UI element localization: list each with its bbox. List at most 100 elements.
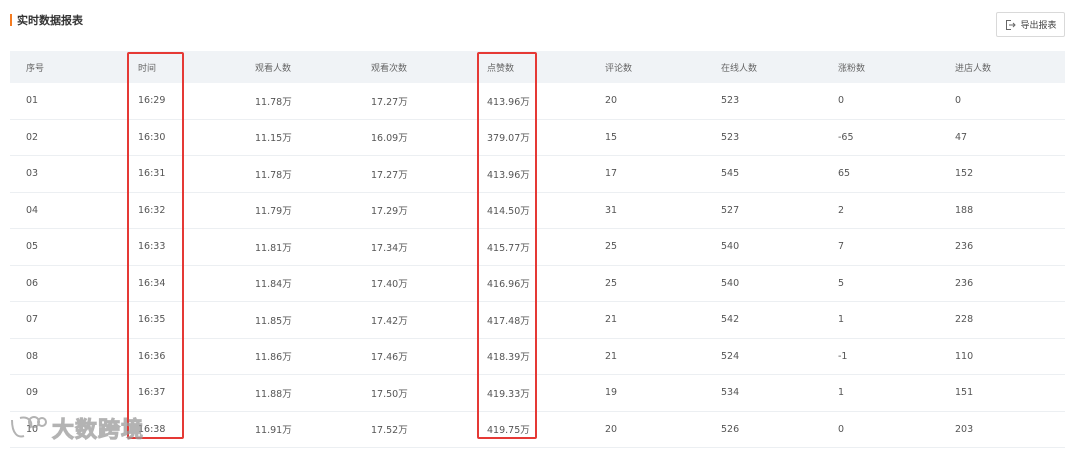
column-header-views: 观看次数 xyxy=(371,63,408,74)
cell-online: 524 xyxy=(721,350,740,362)
cell-online: 542 xyxy=(721,314,740,326)
table-row: 03 16:31 11.78万 17.27万 413.96万 17 545 65 152 xyxy=(10,156,1065,193)
cell-comments: 31 xyxy=(605,204,618,216)
cell-store-visitors: 236 xyxy=(955,241,974,253)
cell-likes: 379.07万 xyxy=(487,133,530,145)
cell-viewers: 11.86万 xyxy=(255,352,292,364)
cell-comments: 21 xyxy=(605,314,618,326)
table-header: 序号 时间 观看人数 观看次数 点赞数 评论数 在线人数 涨粉数 进店人数 xyxy=(10,51,1065,83)
column-header-likes: 点赞数 xyxy=(487,63,515,74)
realtime-data-table: 序号 时间 观看人数 观看次数 点赞数 评论数 在线人数 涨粉数 进店人数 01 16:29 11.… xyxy=(10,51,1065,448)
report-title-text: 实时数据报表 xyxy=(17,14,83,27)
cell-viewers: 11.81万 xyxy=(255,242,292,254)
cell-store-visitors: 228 xyxy=(955,314,974,326)
cell-comments: 25 xyxy=(605,277,618,289)
table-row: 07 16:35 11.85万 17.42万 417.48万 21 542 1 228 xyxy=(10,302,1065,339)
cell-likes: 419.75万 xyxy=(487,425,530,437)
cell-likes: 413.96万 xyxy=(487,96,530,108)
cell-viewers: 11.79万 xyxy=(255,206,292,218)
cell-comments: 15 xyxy=(605,131,618,143)
cell-likes: 418.39万 xyxy=(487,352,530,364)
cell-time: 16:29 xyxy=(138,95,166,107)
cell-new-fans: 65 xyxy=(838,168,851,180)
column-header-store-visitors: 进店人数 xyxy=(955,63,992,74)
cell-index: 01 xyxy=(26,95,39,107)
cell-time: 16:35 xyxy=(138,314,166,326)
cell-comments: 20 xyxy=(605,95,618,107)
cell-store-visitors: 0 xyxy=(955,95,962,107)
cell-likes: 415.77万 xyxy=(487,242,530,254)
cell-index: 07 xyxy=(26,314,39,326)
cell-comments: 19 xyxy=(605,387,618,399)
cell-likes: 416.96万 xyxy=(487,279,530,291)
cell-index: 08 xyxy=(26,350,39,362)
table-row: 06 16:34 11.84万 17.40万 416.96万 25 540 5 236 xyxy=(10,266,1065,302)
cell-viewers: 11.91万 xyxy=(255,425,292,437)
cell-views: 17.27万 xyxy=(371,96,408,108)
cell-index: 04 xyxy=(26,204,39,216)
cell-views: 17.52万 xyxy=(371,425,408,437)
table-body: 01 16:29 11.78万 17.27万 413.96万 20 523 0 0 02 16:30… xyxy=(10,83,1065,448)
cell-online: 540 xyxy=(721,241,740,253)
cell-time: 16:30 xyxy=(138,131,166,143)
cell-online: 526 xyxy=(721,423,740,435)
cell-new-fans: -1 xyxy=(838,350,848,362)
cell-likes: 413.96万 xyxy=(487,169,530,181)
cell-online: 545 xyxy=(721,168,740,180)
report-page: 实时数据报表 导出报表 序号 时间 观看人数 观看次数 点赞数 评论数 在线人数 涨粉数 进店人… xyxy=(0,0,1080,449)
table-row: 04 16:32 11.79万 17.29万 414.50万 31 527 2 188 xyxy=(10,193,1065,229)
cell-views: 17.34万 xyxy=(371,242,408,254)
cell-index: 03 xyxy=(26,168,39,180)
cell-store-visitors: 203 xyxy=(955,423,974,435)
cell-comments: 21 xyxy=(605,350,618,362)
cell-viewers: 11.85万 xyxy=(255,315,292,327)
cell-index: 09 xyxy=(26,387,39,399)
column-header-index: 序号 xyxy=(26,63,45,74)
cell-new-fans: 7 xyxy=(838,241,845,253)
cell-comments: 25 xyxy=(605,241,618,253)
column-header-online: 在线人数 xyxy=(721,63,758,74)
table-row: 01 16:29 11.78万 17.27万 413.96万 20 523 0 0 xyxy=(10,83,1065,120)
cell-store-visitors: 47 xyxy=(955,131,968,143)
cell-store-visitors: 152 xyxy=(955,168,974,180)
cell-viewers: 11.78万 xyxy=(255,169,292,181)
column-header-comments: 评论数 xyxy=(605,63,633,74)
cell-views: 17.40万 xyxy=(371,279,408,291)
cell-new-fans: 0 xyxy=(838,423,845,435)
cell-index: 02 xyxy=(26,131,39,143)
cell-comments: 17 xyxy=(605,168,618,180)
table-row: 09 16:37 11.88万 17.50万 419.33万 19 534 1 151 xyxy=(10,375,1065,412)
cell-time: 16:36 xyxy=(138,350,166,362)
cell-index: 06 xyxy=(26,277,39,289)
watermark-text: 大数跨境 xyxy=(51,418,145,444)
table-row: 10 16:38 11.91万 17.52万 419.75万 20 526 0 203 xyxy=(10,412,1065,448)
cell-viewers: 11.78万 xyxy=(255,96,292,108)
table-row: 05 16:33 11.81万 17.34万 415.77万 25 540 7 236 xyxy=(10,229,1065,266)
cell-store-visitors: 110 xyxy=(955,350,974,362)
cell-online: 523 xyxy=(721,95,740,107)
cell-store-visitors: 151 xyxy=(955,387,974,399)
cell-viewers: 11.15万 xyxy=(255,133,292,145)
cell-viewers: 11.88万 xyxy=(255,388,292,400)
cell-store-visitors: 188 xyxy=(955,204,974,216)
cell-time: 16:31 xyxy=(138,168,166,180)
title-accent-bar xyxy=(10,14,12,26)
report-title: 实时数据报表 xyxy=(10,13,83,27)
cell-views: 17.46万 xyxy=(371,352,408,364)
cell-online: 534 xyxy=(721,387,740,399)
cell-new-fans: -65 xyxy=(838,131,854,143)
cell-views: 17.27万 xyxy=(371,169,408,181)
cell-index: 05 xyxy=(26,241,39,253)
export-report-button[interactable]: 导出报表 xyxy=(996,12,1065,37)
cell-views: 16.09万 xyxy=(371,133,408,145)
cell-comments: 20 xyxy=(605,423,618,435)
cell-likes: 414.50万 xyxy=(487,206,530,218)
column-header-viewers: 观看人数 xyxy=(255,63,292,74)
cell-time: 16:34 xyxy=(138,277,166,289)
cell-time: 16:37 xyxy=(138,387,166,399)
cell-views: 17.29万 xyxy=(371,206,408,218)
cell-likes: 419.33万 xyxy=(487,388,530,400)
cell-new-fans: 1 xyxy=(838,314,845,326)
cell-views: 17.50万 xyxy=(371,388,408,400)
table-row: 08 16:36 11.86万 17.46万 418.39万 21 524 -1 110 xyxy=(10,339,1065,375)
